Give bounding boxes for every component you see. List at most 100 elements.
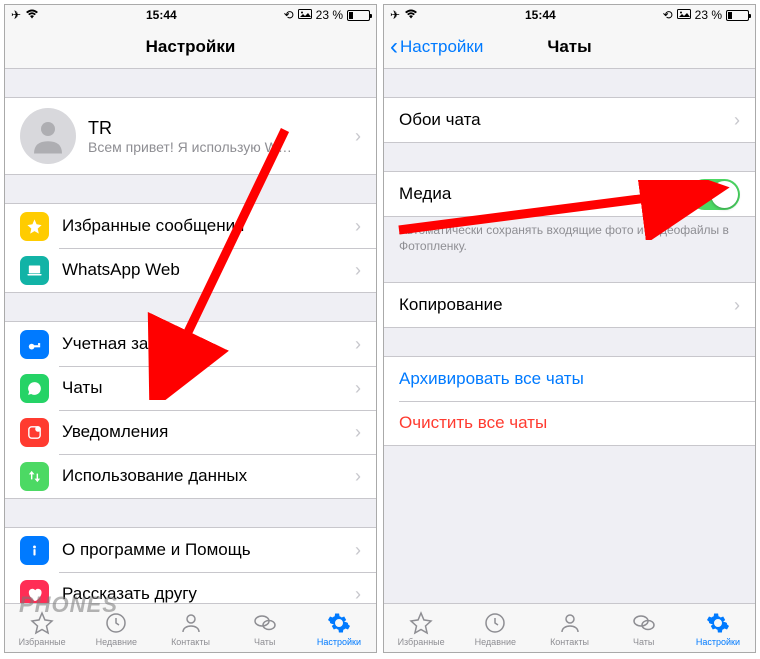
- key-icon: [20, 330, 49, 359]
- tab-label: Недавние: [96, 637, 137, 647]
- airplane-icon: ✈: [11, 8, 21, 22]
- phone-right: ✈ 15:44 ⟲ 23 % ‹ Настройки Чаты Обои чат…: [383, 4, 756, 653]
- cell-label: Архивировать все чаты: [399, 369, 740, 389]
- gear-icon: [705, 610, 731, 636]
- cell-label: О программе и Помощь: [62, 540, 349, 560]
- tab-settings[interactable]: Настройки: [302, 604, 376, 652]
- cell-label: Уведомления: [62, 422, 349, 442]
- status-bar: ✈ 15:44 ⟲ 23 %: [5, 5, 376, 25]
- cell-wallpaper[interactable]: Обои чата ›: [384, 98, 755, 142]
- wifi-icon: [404, 8, 418, 22]
- media-footer: Автоматически сохранять входящие фото и …: [384, 217, 755, 254]
- tab-recents[interactable]: Недавние: [458, 604, 532, 652]
- cell-chats[interactable]: Чаты ›: [5, 366, 376, 410]
- tab-chats[interactable]: Чаты: [607, 604, 681, 652]
- nav-bar: Настройки: [5, 25, 376, 69]
- tab-bar: Избранные Недавние Контакты Чаты Настрой…: [384, 603, 755, 652]
- cell-label: Медиа: [399, 184, 689, 204]
- notification-icon: [20, 418, 49, 447]
- cell-label: Учетная запись: [62, 334, 349, 354]
- star-icon: [20, 212, 49, 241]
- photo-share-icon: [677, 8, 691, 22]
- clock-icon: [482, 610, 508, 636]
- cell-media[interactable]: Медиа: [384, 172, 755, 216]
- cell-data-usage[interactable]: Использование данных ›: [5, 454, 376, 498]
- cell-whatsapp-web[interactable]: WhatsApp Web ›: [5, 248, 376, 292]
- settings-content[interactable]: TR Всем привет! Я использую W… › Избранн…: [5, 69, 376, 603]
- nav-bar: ‹ Настройки Чаты: [384, 25, 755, 69]
- status-bar: ✈ 15:44 ⟲ 23 %: [384, 5, 755, 25]
- tab-label: Недавние: [475, 637, 516, 647]
- laptop-icon: [20, 256, 49, 285]
- tab-contacts[interactable]: Контакты: [532, 604, 606, 652]
- battery-text: 23 %: [316, 8, 343, 22]
- chevron-icon: ›: [734, 295, 740, 316]
- tab-label: Чаты: [254, 637, 275, 647]
- cell-notifications[interactable]: Уведомления ›: [5, 410, 376, 454]
- cell-label: Избранные сообщения: [62, 216, 349, 236]
- cell-starred[interactable]: Избранные сообщения ›: [5, 204, 376, 248]
- tab-label: Контакты: [171, 637, 210, 647]
- star-outline-icon: [408, 610, 434, 636]
- cell-label: Копирование: [399, 295, 728, 315]
- tab-label: Чаты: [633, 637, 654, 647]
- battery-text: 23 %: [695, 8, 722, 22]
- tab-label: Настройки: [317, 637, 361, 647]
- cell-clear-all[interactable]: Очистить все чаты: [384, 401, 755, 445]
- whatsapp-icon: [20, 374, 49, 403]
- nav-title: Чаты: [547, 37, 591, 57]
- status-time: 15:44: [146, 8, 177, 22]
- cell-label: WhatsApp Web: [62, 260, 349, 280]
- chevron-icon: ›: [734, 110, 740, 131]
- info-icon: [20, 536, 49, 565]
- tab-contacts[interactable]: Контакты: [153, 604, 227, 652]
- back-label: Настройки: [400, 37, 483, 57]
- tab-label: Контакты: [550, 637, 589, 647]
- tab-settings[interactable]: Настройки: [681, 604, 755, 652]
- tab-label: Настройки: [696, 637, 740, 647]
- nav-title: Настройки: [146, 37, 236, 57]
- chevron-left-icon: ‹: [390, 33, 398, 61]
- orientation-lock-icon: ⟲: [663, 8, 673, 22]
- watermark: PHONES: [19, 592, 118, 618]
- chevron-icon: ›: [355, 378, 361, 399]
- back-button[interactable]: ‹ Настройки: [390, 33, 483, 61]
- photo-share-icon: [298, 8, 312, 22]
- chevron-icon: ›: [355, 584, 361, 604]
- avatar-icon: [20, 108, 76, 164]
- chevron-icon: ›: [355, 334, 361, 355]
- chats-icon: [631, 610, 657, 636]
- cell-label: Использование данных: [62, 466, 349, 486]
- contact-icon: [178, 610, 204, 636]
- cell-label: Чаты: [62, 378, 349, 398]
- chevron-icon: ›: [355, 422, 361, 443]
- chevron-icon: ›: [355, 540, 361, 561]
- chevron-icon: ›: [355, 260, 361, 281]
- orientation-lock-icon: ⟲: [284, 8, 294, 22]
- cell-label: Очистить все чаты: [399, 413, 740, 433]
- contact-icon: [557, 610, 583, 636]
- tab-chats[interactable]: Чаты: [228, 604, 302, 652]
- tab-label: Избранные: [398, 637, 445, 647]
- cell-about[interactable]: О программе и Помощь ›: [5, 528, 376, 572]
- tab-favorites[interactable]: Избранные: [384, 604, 458, 652]
- media-toggle[interactable]: [689, 179, 740, 210]
- tab-label: Избранные: [19, 637, 66, 647]
- cell-account[interactable]: Учетная запись ›: [5, 322, 376, 366]
- cell-label: Обои чата: [399, 110, 728, 130]
- profile-name: TR: [88, 118, 349, 139]
- cell-backup[interactable]: Копирование ›: [384, 283, 755, 327]
- chats-icon: [252, 610, 278, 636]
- status-time: 15:44: [525, 8, 556, 22]
- chats-settings-content[interactable]: Обои чата › Медиа Автоматически сохранят…: [384, 69, 755, 603]
- cell-archive-all[interactable]: Архивировать все чаты: [384, 357, 755, 401]
- arrows-icon: [20, 462, 49, 491]
- airplane-icon: ✈: [390, 8, 400, 22]
- profile-status: Всем привет! Я использую W…: [88, 139, 349, 155]
- profile-cell[interactable]: TR Всем привет! Я использую W… ›: [5, 98, 376, 174]
- gear-icon: [326, 610, 352, 636]
- phone-left: ✈ 15:44 ⟲ 23 % Настройки TR Всем привет!…: [4, 4, 377, 653]
- chevron-icon: ›: [355, 216, 361, 237]
- chevron-icon: ›: [355, 126, 361, 147]
- battery-icon: [726, 10, 749, 21]
